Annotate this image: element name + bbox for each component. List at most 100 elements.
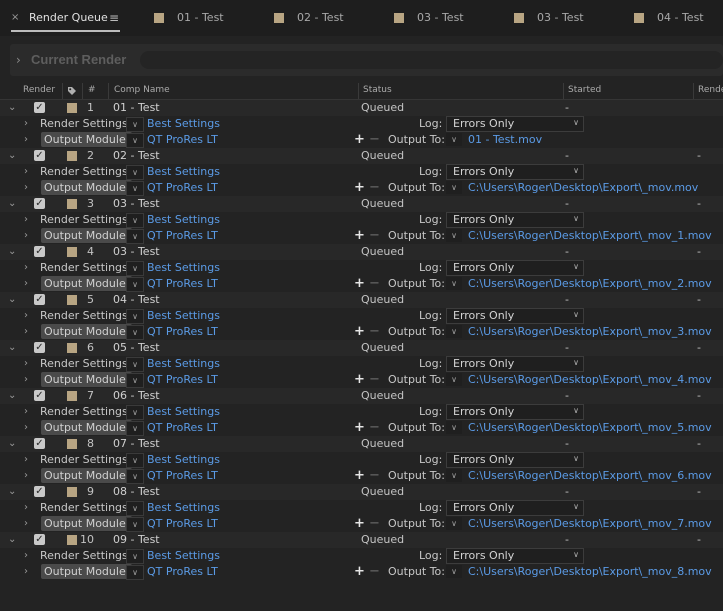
column-status[interactable]: Status [363, 85, 392, 95]
log-select[interactable]: Errors Only ∨ [446, 500, 584, 516]
render-settings-dropdown[interactable]: ∨ [126, 357, 144, 372]
expand-chevron-icon[interactable]: › [16, 53, 21, 67]
remove-output-module-icon[interactable]: − [368, 277, 381, 290]
add-output-module-icon[interactable]: + [353, 565, 366, 578]
render-settings-link[interactable]: Best Settings [147, 309, 220, 322]
collapse-chevron-icon[interactable]: ⌄ [8, 150, 16, 161]
render-checkbox[interactable]: ✓ [34, 294, 45, 305]
output-module-link[interactable]: QT ProRes LT [147, 229, 218, 242]
column-number[interactable]: # [88, 85, 96, 95]
output-to-link[interactable]: C:\Users\Roger\Desktop\Export\_mov_8.mov [468, 565, 712, 578]
output-module-dropdown[interactable]: ∨ [126, 277, 144, 292]
label-color-swatch[interactable] [67, 391, 77, 401]
output-module-link[interactable]: QT ProRes LT [147, 277, 218, 290]
expand-chevron-icon[interactable]: › [24, 310, 28, 321]
add-output-module-icon[interactable]: + [353, 421, 366, 434]
expand-chevron-icon[interactable]: › [24, 262, 28, 273]
expand-chevron-icon[interactable]: › [24, 214, 28, 225]
expand-chevron-icon[interactable]: › [24, 118, 28, 129]
log-select[interactable]: Errors Only ∨ [446, 212, 584, 228]
label-color-swatch[interactable] [67, 151, 77, 161]
column-started[interactable]: Started [568, 85, 601, 95]
log-select[interactable]: Errors Only ∨ [446, 260, 584, 276]
remove-output-module-icon[interactable]: − [368, 421, 381, 434]
output-module-link[interactable]: QT ProRes LT [147, 373, 218, 386]
render-item-row[interactable]: ⌄ ✓ 7 06 - Test Queued - - [0, 388, 723, 404]
log-select[interactable]: Errors Only ∨ [446, 164, 584, 180]
render-item-row[interactable]: ⌄ ✓ 4 03 - Test Queued - - [0, 244, 723, 260]
expand-chevron-icon[interactable]: › [24, 454, 28, 465]
collapse-chevron-icon[interactable]: ⌄ [8, 342, 16, 353]
remove-output-module-icon[interactable]: − [368, 517, 381, 530]
output-module-dropdown[interactable]: ∨ [126, 133, 144, 148]
output-to-dropdown[interactable]: ∨ [446, 229, 462, 242]
render-checkbox[interactable]: ✓ [34, 102, 45, 113]
expand-chevron-icon[interactable]: › [24, 470, 28, 481]
expand-chevron-icon[interactable]: › [24, 566, 28, 577]
add-output-module-icon[interactable]: + [353, 517, 366, 530]
column-render[interactable]: Render [23, 85, 55, 95]
output-to-dropdown[interactable]: ∨ [446, 277, 462, 290]
collapse-chevron-icon[interactable]: ⌄ [8, 102, 16, 113]
render-checkbox[interactable]: ✓ [34, 150, 45, 161]
collapse-chevron-icon[interactable]: ⌄ [8, 486, 16, 497]
expand-chevron-icon[interactable]: › [24, 550, 28, 561]
label-color-swatch[interactable] [67, 295, 77, 305]
output-to-dropdown[interactable]: ∨ [446, 421, 462, 434]
log-select[interactable]: Errors Only ∨ [446, 548, 584, 564]
render-settings-link[interactable]: Best Settings [147, 549, 220, 562]
expand-chevron-icon[interactable]: › [24, 166, 28, 177]
label-color-swatch[interactable] [67, 343, 77, 353]
label-color-swatch[interactable] [67, 199, 77, 209]
output-to-dropdown[interactable]: ∨ [446, 325, 462, 338]
render-settings-dropdown[interactable]: ∨ [126, 309, 144, 324]
render-settings-link[interactable]: Best Settings [147, 453, 220, 466]
expand-chevron-icon[interactable]: › [24, 422, 28, 433]
output-to-dropdown[interactable]: ∨ [446, 469, 462, 482]
column-render-time[interactable]: Rende [698, 85, 723, 95]
render-settings-link[interactable]: Best Settings [147, 261, 220, 274]
remove-output-module-icon[interactable]: − [368, 325, 381, 338]
render-settings-dropdown[interactable]: ∨ [126, 453, 144, 468]
output-to-dropdown[interactable]: ∨ [446, 181, 462, 194]
expand-chevron-icon[interactable]: › [24, 502, 28, 513]
output-module-dropdown[interactable]: ∨ [126, 565, 144, 580]
output-to-dropdown[interactable]: ∨ [446, 517, 462, 530]
render-settings-dropdown[interactable]: ∨ [126, 501, 144, 516]
label-color-swatch[interactable] [67, 439, 77, 449]
render-checkbox[interactable]: ✓ [34, 342, 45, 353]
render-checkbox[interactable]: ✓ [34, 486, 45, 497]
render-checkbox[interactable]: ✓ [34, 390, 45, 401]
render-settings-link[interactable]: Best Settings [147, 501, 220, 514]
render-item-row[interactable]: ⌄ ✓ 10 09 - Test Queued - - [0, 532, 723, 548]
render-settings-dropdown[interactable]: ∨ [126, 165, 144, 180]
expand-chevron-icon[interactable]: › [24, 278, 28, 289]
add-output-module-icon[interactable]: + [353, 373, 366, 386]
current-render-title[interactable]: Current Render [31, 52, 126, 67]
render-settings-link[interactable]: Best Settings [147, 117, 220, 130]
output-to-link[interactable]: C:\Users\Roger\Desktop\Export\_mov_4.mov [468, 373, 712, 386]
render-settings-link[interactable]: Best Settings [147, 405, 220, 418]
output-module-link[interactable]: QT ProRes LT [147, 325, 218, 338]
output-to-dropdown[interactable]: ∨ [446, 133, 462, 146]
output-to-dropdown[interactable]: ∨ [446, 565, 462, 578]
output-module-dropdown[interactable]: ∨ [126, 229, 144, 244]
render-item-row[interactable]: ⌄ ✓ 8 07 - Test Queued - - [0, 436, 723, 452]
render-settings-link[interactable]: Best Settings [147, 213, 220, 226]
output-to-link[interactable]: C:\Users\Roger\Desktop\Export\_mov.mov [468, 181, 698, 194]
add-output-module-icon[interactable]: + [353, 469, 366, 482]
log-select[interactable]: Errors Only ∨ [446, 452, 584, 468]
add-output-module-icon[interactable]: + [353, 229, 366, 242]
add-output-module-icon[interactable]: + [353, 277, 366, 290]
close-tab-icon[interactable]: × [11, 9, 19, 27]
label-color-swatch[interactable] [67, 103, 77, 113]
render-checkbox[interactable]: ✓ [34, 438, 45, 449]
output-to-link[interactable]: 01 - Test.mov [468, 133, 542, 146]
render-item-row[interactable]: ⌄ ✓ 5 04 - Test Queued - - [0, 292, 723, 308]
expand-chevron-icon[interactable]: › [24, 182, 28, 193]
output-module-link[interactable]: QT ProRes LT [147, 421, 218, 434]
expand-chevron-icon[interactable]: › [24, 518, 28, 529]
render-checkbox[interactable]: ✓ [34, 534, 45, 545]
output-to-dropdown[interactable]: ∨ [446, 373, 462, 386]
expand-chevron-icon[interactable]: › [24, 358, 28, 369]
